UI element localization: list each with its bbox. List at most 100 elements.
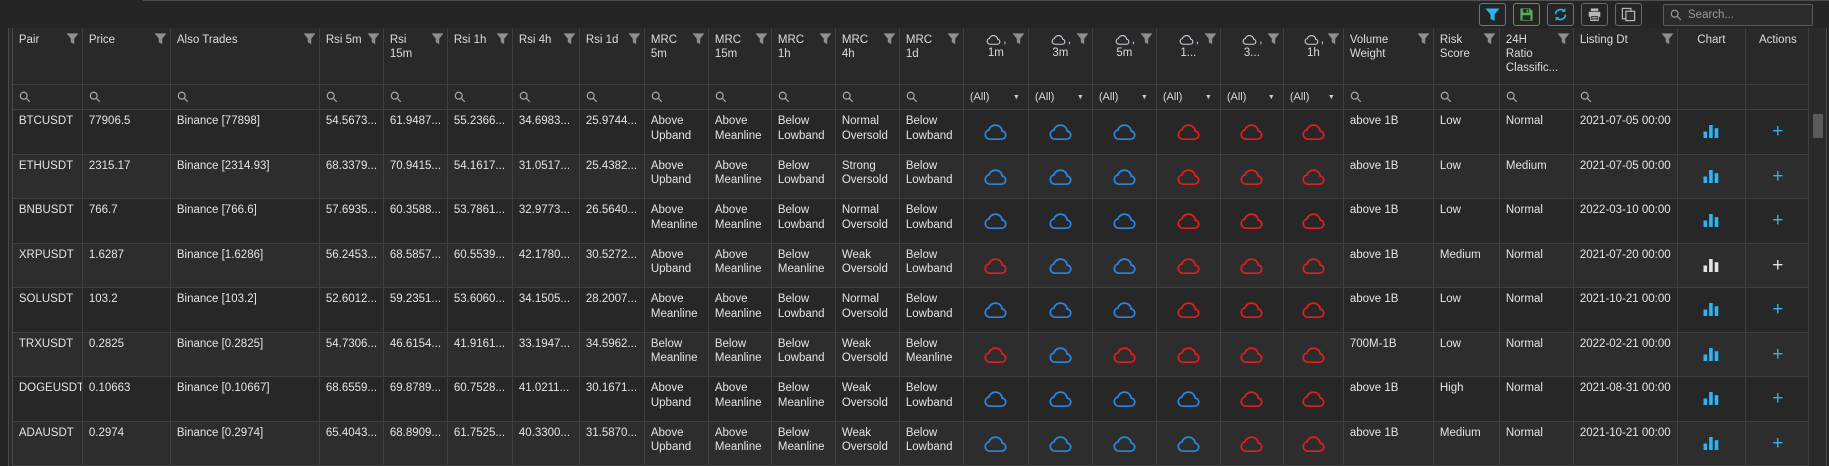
filter-input-mrc_1h[interactable] bbox=[772, 85, 836, 109]
table-row-XRPUSDT[interactable]: XRPUSDT 1.6287 Binance [1.6286] 56.2453... 6… bbox=[12, 243, 1811, 288]
filter-dropdown-cloud_1m[interactable]: (All) ▼ bbox=[964, 85, 1029, 109]
table-row-BTCUSDT[interactable]: BTCUSDT 77906.5 Binance [77898] 54.5673... 6… bbox=[12, 110, 1811, 155]
filter-input-rsi_1d[interactable] bbox=[580, 85, 645, 109]
filter-funnel-icon[interactable] bbox=[1204, 33, 1217, 45]
filter-funnel-icon[interactable] bbox=[1012, 33, 1025, 45]
column-header-volume_weight[interactable]: Volume Weight bbox=[1344, 28, 1434, 84]
filter-input-rsi_5m[interactable] bbox=[320, 85, 384, 109]
filter-input-rsi_1h[interactable] bbox=[448, 85, 513, 109]
search-input[interactable] bbox=[1688, 8, 1806, 21]
add-button[interactable]: + bbox=[1772, 122, 1783, 141]
filter-funnel-icon[interactable] bbox=[431, 33, 444, 45]
column-header-mrc_5m[interactable]: MRC 5m bbox=[645, 28, 709, 84]
column-header-rsi_1d[interactable]: Rsi 1d bbox=[580, 28, 645, 84]
filter-funnel-icon[interactable] bbox=[628, 33, 641, 45]
filter-funnel-icon[interactable] bbox=[303, 33, 316, 45]
filter-dropdown-cloud_3x[interactable]: (All) ▼ bbox=[1221, 85, 1284, 109]
filter-dropdown-cloud_5m[interactable]: (All) ▼ bbox=[1093, 85, 1157, 109]
filter-input-listing_dt[interactable] bbox=[1574, 85, 1678, 109]
filter-input-price[interactable] bbox=[83, 85, 171, 109]
column-header-mrc_4h[interactable]: MRC 4h bbox=[836, 28, 900, 84]
filter-input-mrc_15m[interactable] bbox=[709, 85, 772, 109]
filter-funnel-icon[interactable] bbox=[1661, 33, 1674, 45]
copy-button[interactable] bbox=[1615, 3, 1642, 26]
table-row-BNBUSDT[interactable]: BNBUSDT 766.7 Binance [766.6] 57.6935... 60.… bbox=[12, 199, 1811, 244]
save-layout-button[interactable] bbox=[1513, 3, 1540, 26]
column-header-mrc_15m[interactable]: MRC 15m bbox=[709, 28, 772, 84]
chart-button[interactable] bbox=[1703, 125, 1719, 139]
filter-funnel-icon[interactable] bbox=[692, 33, 705, 45]
chart-button[interactable] bbox=[1703, 347, 1719, 361]
filter-dropdown-cloud_1x[interactable]: (All) ▼ bbox=[1157, 85, 1221, 109]
column-header-listing_dt[interactable]: Listing Dt bbox=[1574, 28, 1678, 84]
column-header-ratio_24h[interactable]: 24H Ratio Classific... bbox=[1500, 28, 1574, 84]
column-header-rsi_1h[interactable]: Rsi 1h bbox=[448, 28, 513, 84]
filter-funnel-icon[interactable] bbox=[154, 33, 167, 45]
column-header-cloud_5m[interactable]: , 5m bbox=[1093, 28, 1157, 84]
add-button[interactable]: + bbox=[1772, 167, 1783, 186]
filter-funnel-icon[interactable] bbox=[1076, 33, 1089, 45]
add-button[interactable]: + bbox=[1772, 434, 1783, 453]
filter-input-rsi_4h[interactable] bbox=[513, 85, 580, 109]
filter-funnel-icon[interactable] bbox=[947, 33, 960, 45]
filter-button[interactable] bbox=[1479, 3, 1506, 26]
filter-funnel-icon[interactable] bbox=[1267, 33, 1280, 45]
filter-input-mrc_4h[interactable] bbox=[836, 85, 900, 109]
add-button[interactable]: + bbox=[1772, 211, 1783, 230]
column-header-rsi_4h[interactable]: Rsi 4h bbox=[513, 28, 580, 84]
table-row-ADAUSDT[interactable]: ADAUSDT 0.2974 Binance [0.2974] 65.4043... 6… bbox=[12, 421, 1811, 466]
column-header-risk_score[interactable]: Risk Score bbox=[1434, 28, 1500, 84]
add-button[interactable]: + bbox=[1772, 300, 1783, 319]
refresh-button[interactable] bbox=[1547, 3, 1574, 26]
chart-button[interactable] bbox=[1703, 258, 1719, 272]
table-row-ETHUSDT[interactable]: ETHUSDT 2315.17 Binance [2314.93] 68.3379..… bbox=[12, 154, 1811, 199]
table-row-SOLUSDT[interactable]: SOLUSDT 103.2 Binance [103.2] 52.6012... 59.… bbox=[12, 288, 1811, 333]
filter-funnel-icon[interactable] bbox=[496, 33, 509, 45]
column-header-cloud_1h[interactable]: , 1h bbox=[1284, 28, 1344, 84]
column-header-also_trades[interactable]: Also Trades bbox=[171, 28, 320, 84]
filter-input-mrc_1d[interactable] bbox=[900, 85, 964, 109]
column-header-mrc_1h[interactable]: MRC 1h bbox=[772, 28, 836, 84]
filter-dropdown-cloud_1h[interactable]: (All) ▼ bbox=[1284, 85, 1344, 109]
add-button[interactable]: + bbox=[1772, 389, 1783, 408]
column-header-cloud_1m[interactable]: , 1m bbox=[964, 28, 1029, 84]
search-box[interactable] bbox=[1663, 3, 1813, 26]
column-header-cloud_1x[interactable]: , 1... bbox=[1157, 28, 1221, 84]
filter-funnel-icon[interactable] bbox=[563, 33, 576, 45]
filter-funnel-icon[interactable] bbox=[755, 33, 768, 45]
filter-input-rsi_15m[interactable] bbox=[384, 85, 448, 109]
filter-funnel-icon[interactable] bbox=[1417, 33, 1430, 45]
filter-input-volume_weight[interactable] bbox=[1344, 85, 1434, 109]
column-header-chart[interactable]: Chart bbox=[1678, 28, 1746, 84]
chart-button[interactable] bbox=[1703, 392, 1719, 406]
column-header-pair[interactable]: Pair bbox=[13, 28, 83, 84]
filter-funnel-icon[interactable] bbox=[819, 33, 832, 45]
chart-button[interactable] bbox=[1703, 169, 1719, 183]
add-button[interactable]: + bbox=[1772, 345, 1783, 364]
print-button[interactable] bbox=[1581, 3, 1608, 26]
filter-funnel-icon[interactable] bbox=[1140, 33, 1153, 45]
chart-button[interactable] bbox=[1703, 436, 1719, 450]
column-header-rsi_15m[interactable]: Rsi 15m bbox=[384, 28, 448, 84]
filter-funnel-icon[interactable] bbox=[1327, 33, 1340, 45]
filter-input-ratio_24h[interactable] bbox=[1500, 85, 1574, 109]
column-header-cloud_3x[interactable]: , 3... bbox=[1221, 28, 1284, 84]
column-header-mrc_1d[interactable]: MRC 1d bbox=[900, 28, 964, 84]
filter-funnel-icon[interactable] bbox=[1483, 33, 1496, 45]
filter-funnel-icon[interactable] bbox=[367, 33, 380, 45]
table-row-DOGEUSDT[interactable]: DOGEUSDT 0.10663 Binance [0.10667] 68.6559.… bbox=[12, 377, 1811, 422]
table-row-TRXUSDT[interactable]: TRXUSDT 0.2825 Binance [0.2825] 54.7306... 4… bbox=[12, 332, 1811, 377]
column-header-rsi_5m[interactable]: Rsi 5m bbox=[320, 28, 384, 84]
chart-button[interactable] bbox=[1703, 214, 1719, 228]
column-header-price[interactable]: Price bbox=[83, 28, 171, 84]
column-header-actions[interactable]: Actions bbox=[1746, 28, 1811, 84]
filter-input-risk_score[interactable] bbox=[1434, 85, 1500, 109]
filter-input-also_trades[interactable] bbox=[171, 85, 320, 109]
filter-input-mrc_5m[interactable] bbox=[645, 85, 709, 109]
filter-funnel-icon[interactable] bbox=[66, 33, 79, 45]
chart-button[interactable] bbox=[1703, 303, 1719, 317]
filter-funnel-icon[interactable] bbox=[1557, 33, 1570, 45]
filter-funnel-icon[interactable] bbox=[883, 33, 896, 45]
scrollbar-thumb[interactable] bbox=[1812, 114, 1823, 138]
add-button[interactable]: + bbox=[1772, 256, 1783, 275]
